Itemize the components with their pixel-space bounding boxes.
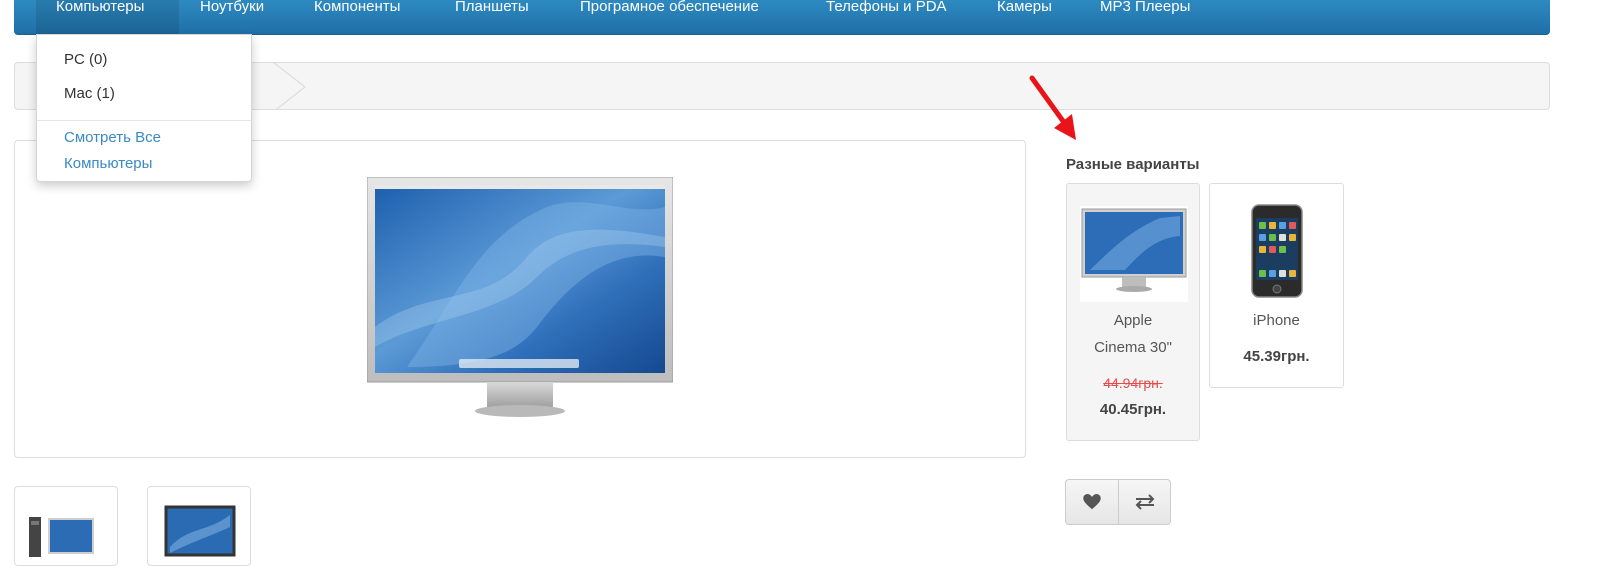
computers-dropdown-menu: PC (0) Mac (1) Смотреть Все Компьютеры	[36, 34, 252, 182]
nav-item-label: Програмное обеспечение	[580, 0, 759, 15]
dropdown-item-pc[interactable]: PC (0)	[64, 51, 107, 68]
variant-old-price: 44.94грн.	[1103, 375, 1163, 391]
nav-item-label: Компьютеры	[56, 0, 145, 15]
variant-name-line2: Cinema 30"	[1094, 339, 1172, 356]
main-navbar: Компьютеры Ноутбуки Компоненты Планшеты …	[14, 0, 1550, 35]
nav-item-label: MP3 Плееры	[1100, 0, 1191, 15]
thumbnail-2[interactable]	[147, 486, 251, 566]
nav-item-label: Камеры	[997, 0, 1052, 15]
view-all-computers-link[interactable]: Смотреть Все Компьютеры	[64, 129, 161, 172]
dropdown-item-mac[interactable]: Mac (1)	[64, 85, 115, 102]
dropdown-divider	[37, 120, 251, 121]
thumbnail-image	[164, 505, 236, 557]
red-arrow-icon	[1029, 75, 1076, 140]
variant-card-iphone[interactable]: iPhone 45.39грн.	[1209, 183, 1344, 388]
main-product-image[interactable]	[14, 140, 1026, 458]
variant-name-line1: Apple	[1113, 312, 1153, 329]
variant-card-apple-cinema[interactable]: Apple Cinema 30" 44.94грн. 40.45грн.	[1066, 183, 1200, 441]
monitor-image	[367, 177, 673, 417]
nav-item-laptops[interactable]: Ноутбуки	[200, 0, 264, 34]
nav-item-phones[interactable]: Телефоны и PDA	[826, 0, 947, 34]
nav-item-label: Компоненты	[314, 0, 401, 15]
variant-name: iPhone	[1253, 312, 1300, 329]
variant-image-monitor	[1080, 206, 1188, 302]
product-action-buttons	[1065, 479, 1171, 525]
thumbnail-image	[29, 517, 94, 557]
variant-price: 45.39грн.	[1243, 348, 1310, 365]
nav-item-label: Планшеты	[455, 0, 529, 15]
variants-heading: Разные варианты	[1066, 156, 1200, 173]
nav-item-label: Ноутбуки	[200, 0, 265, 15]
nav-item-components[interactable]: Компоненты	[314, 0, 400, 34]
variant-image-iphone	[1251, 204, 1303, 298]
nav-item-cameras[interactable]: Камеры	[997, 0, 1052, 34]
view-all-line1: Смотреть Все	[64, 129, 161, 146]
nav-item-computers[interactable]: Компьютеры	[36, 0, 179, 34]
nav-item-label: Телефоны и PDA	[826, 0, 947, 15]
nav-item-software[interactable]: Програмное обеспечение	[580, 0, 759, 34]
nav-item-mp3[interactable]: MP3 Плееры	[1100, 0, 1190, 34]
breadcrumb-separator-icon	[273, 63, 306, 109]
compare-button[interactable]	[1119, 480, 1170, 524]
variant-price: 40.45грн.	[1099, 401, 1167, 418]
add-to-wishlist-button[interactable]	[1066, 480, 1119, 524]
heart-icon	[1083, 494, 1101, 510]
thumbnail-1[interactable]	[14, 486, 118, 566]
nav-item-tablets[interactable]: Планшеты	[455, 0, 529, 34]
view-all-line2: Компьютеры	[64, 155, 153, 172]
exchange-icon	[1135, 494, 1155, 510]
